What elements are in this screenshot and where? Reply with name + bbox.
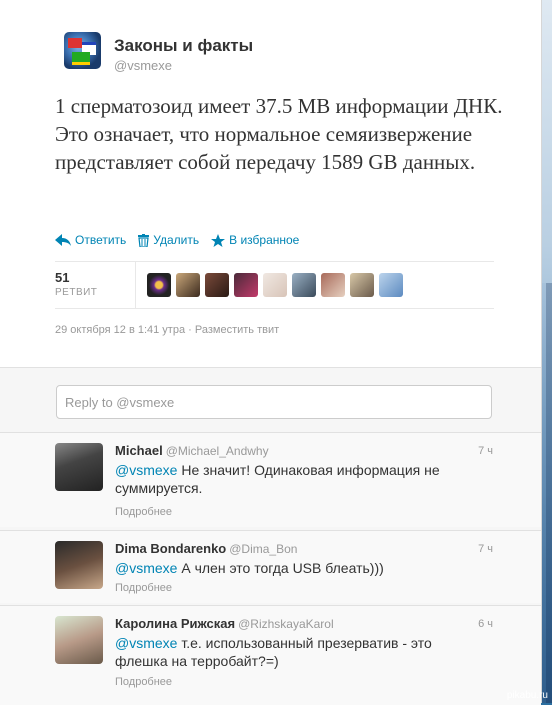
reply-author-handle[interactable]: @Dima_Bon	[229, 542, 297, 556]
meta-separator: ·	[188, 324, 192, 336]
delete-button[interactable]: Удалить	[138, 233, 199, 247]
divider	[135, 262, 136, 308]
retweeter-avatar[interactable]	[263, 273, 287, 297]
retweet-count[interactable]: 51	[55, 270, 69, 285]
retweet-label: РЕТВИТ	[55, 287, 98, 298]
divider	[55, 308, 494, 309]
flag-shape	[68, 38, 82, 48]
reply-text: @vsmexe т.е. использованный презерватив …	[115, 634, 465, 670]
embed-tweet-link[interactable]: Разместить твит	[195, 324, 279, 336]
reply-mention[interactable]: @vsmexe	[115, 462, 177, 478]
delete-label: Удалить	[153, 233, 200, 247]
reply-avatar[interactable]	[55, 616, 103, 664]
reply-icon	[55, 234, 71, 246]
retweeter-avatars	[147, 273, 403, 297]
reply-label: Ответить	[75, 233, 127, 247]
reply-avatar[interactable]	[55, 443, 103, 491]
favorite-label: В избранное	[229, 233, 300, 247]
account-avatar[interactable]	[64, 32, 101, 69]
account-handle[interactable]: @vsmexe	[114, 58, 172, 73]
reply-button[interactable]: Ответить	[55, 233, 126, 247]
retweet-stats: 51 РЕТВИТ	[55, 262, 494, 308]
reply-author-name[interactable]: Каролина Рижская	[115, 616, 235, 631]
reply-author: Michael @Michael_Andwhy	[115, 443, 269, 458]
reply-author-name[interactable]: Michael	[115, 443, 163, 458]
reply-time[interactable]: 6 ч	[478, 618, 493, 630]
reply-item: Dima Bondarenko @Dima_Bon 7 ч @vsmexe А ч…	[0, 530, 541, 603]
replies-section: Reply to @vsmexe Michael @Michael_Andwhy …	[0, 367, 541, 705]
favorite-button[interactable]: В избранное	[211, 233, 299, 247]
reply-body: А член это тогда USB блеать)))	[177, 560, 384, 576]
reply-author: Dima Bondarenko @Dima_Bon	[115, 541, 297, 556]
watermark: pikabu.ru	[506, 690, 548, 701]
reply-mention[interactable]: @vsmexe	[115, 635, 177, 651]
reply-mention[interactable]: @vsmexe	[115, 560, 177, 576]
reply-author-handle[interactable]: @RizhskayaKarol	[238, 617, 334, 631]
tweet-actions: Ответить Удалить В избранное	[55, 233, 299, 247]
star-icon	[211, 233, 226, 247]
reply-avatar[interactable]	[55, 541, 103, 589]
account-name[interactable]: Законы и факты	[114, 36, 253, 56]
reply-author: Каролина Рижская @RizhskayaKarol	[115, 616, 334, 631]
reply-time[interactable]: 7 ч	[478, 543, 493, 555]
retweeter-avatar[interactable]	[379, 273, 403, 297]
retweeter-avatar[interactable]	[234, 273, 258, 297]
reply-more-link[interactable]: Подробнее	[115, 676, 172, 688]
reply-more-link[interactable]: Подробнее	[115, 582, 172, 594]
reply-input[interactable]: Reply to @vsmexe	[56, 385, 492, 419]
retweeter-avatar[interactable]	[205, 273, 229, 297]
tweet-timestamp[interactable]: 29 октября 12 в 1:41 утра	[55, 324, 185, 336]
flag-shape	[72, 52, 90, 65]
reply-text: @vsmexe А член это тогда USB блеать)))	[115, 559, 465, 577]
reply-author-name[interactable]: Dima Bondarenko	[115, 541, 226, 556]
reply-more-link[interactable]: Подробнее	[115, 506, 172, 518]
reply-item: Michael @Michael_Andwhy 7 ч @vsmexe Не зн…	[0, 432, 541, 527]
tweet-meta: 29 октября 12 в 1:41 утра · Разместить т…	[55, 324, 279, 336]
tweet-card: Законы и факты @vsmexe 1 сперматозоид им…	[0, 0, 542, 705]
reply-time[interactable]: 7 ч	[478, 445, 493, 457]
retweeter-avatar[interactable]	[176, 273, 200, 297]
trash-icon	[138, 233, 150, 247]
retweeter-avatar[interactable]	[147, 273, 171, 297]
retweeter-avatar[interactable]	[350, 273, 374, 297]
retweeter-avatar[interactable]	[321, 273, 345, 297]
retweeter-avatar[interactable]	[292, 273, 316, 297]
tweet-text: 1 сперматозоид имеет 37.5 MB информации …	[55, 94, 503, 174]
reply-author-handle[interactable]: @Michael_Andwhy	[166, 444, 269, 458]
reply-item: Каролина Рижская @RizhskayaKarol 6 ч @vsm…	[0, 605, 541, 705]
reply-text: @vsmexe Не значит! Одинаковая информация…	[115, 461, 465, 497]
